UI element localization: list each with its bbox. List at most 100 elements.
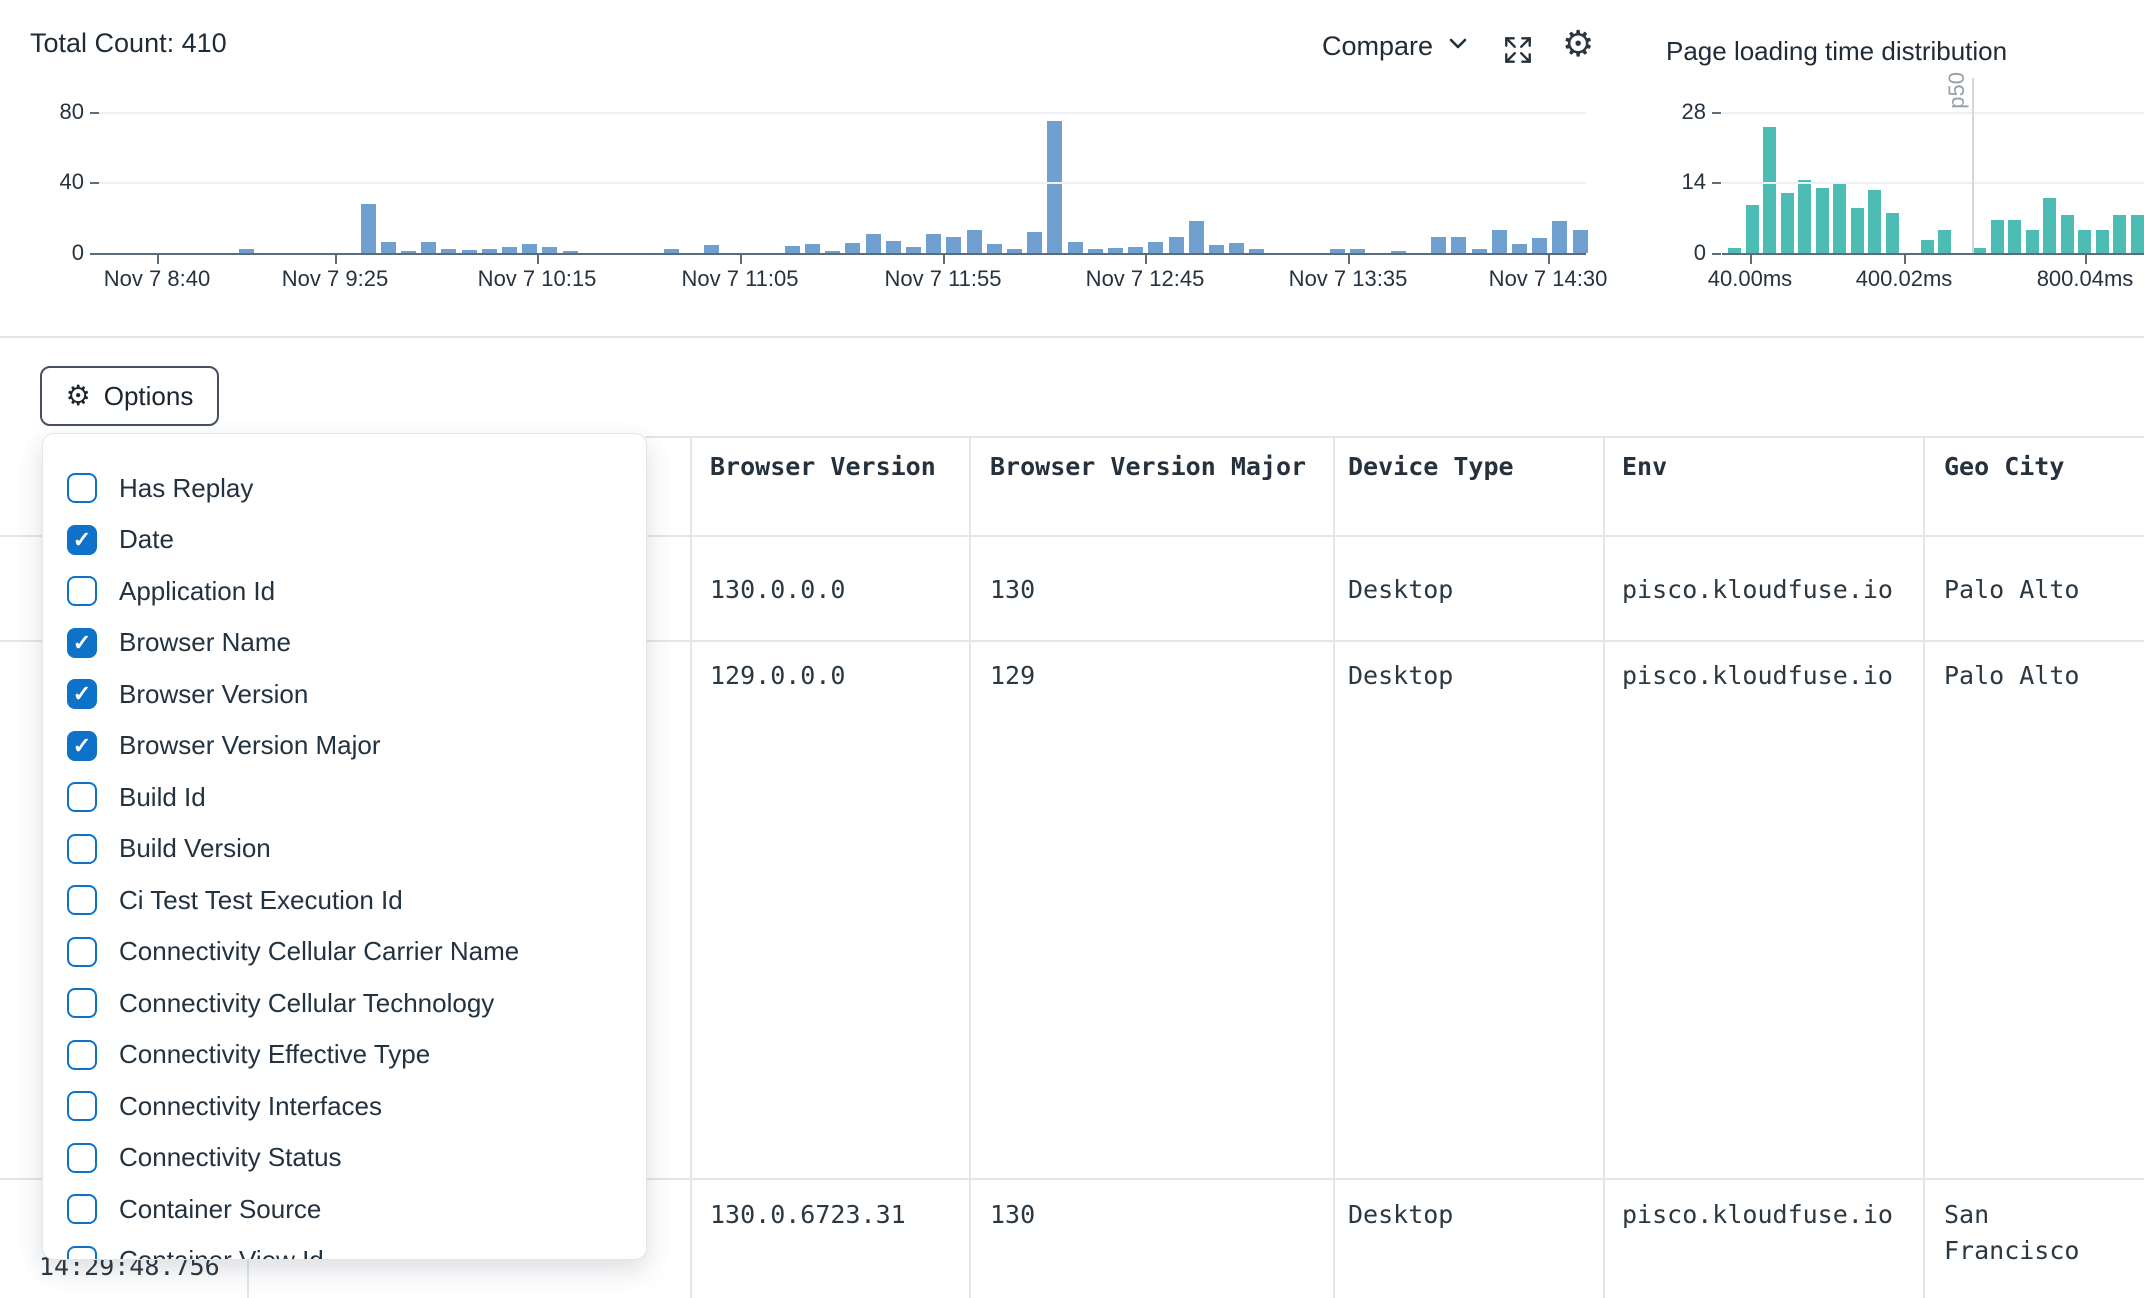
- options-menu-item[interactable]: Connectivity Status: [43, 1133, 646, 1183]
- chart-bar: [1886, 213, 1899, 253]
- checkbox-unchecked-icon[interactable]: [67, 473, 97, 503]
- options-dropdown-panel: Has ReplayDateApplication Id Browser Name…: [42, 433, 647, 1260]
- table-border: [1603, 436, 1605, 1298]
- checkbox-checked-icon[interactable]: [67, 525, 97, 555]
- y-axis-tick: [90, 112, 99, 114]
- table-header-cell: Browser Version: [710, 452, 936, 481]
- options-menu-item[interactable]: Browser Name: [43, 618, 646, 668]
- options-menu-item-label: Build Version: [119, 833, 271, 864]
- y-axis-tick: [90, 182, 99, 184]
- table-cell: Palo Alto: [1944, 572, 2134, 608]
- x-axis-tick: [1145, 255, 1147, 264]
- chart-bar: [2078, 230, 2091, 253]
- y-axis-label: 0: [24, 240, 84, 266]
- gridline: [1722, 112, 2144, 114]
- chart-bar: [866, 234, 881, 253]
- chart-bar: [2113, 215, 2126, 253]
- options-menu-item[interactable]: Application Id: [43, 566, 646, 616]
- checkbox-unchecked-icon[interactable]: [67, 1143, 97, 1173]
- y-axis-label: 40: [24, 169, 84, 195]
- chart-bar: [1512, 244, 1527, 253]
- y-axis-label: 28: [1646, 99, 1706, 125]
- table-border: [645, 436, 2144, 438]
- x-axis-tick: [2085, 255, 2087, 264]
- chart-bar: [987, 244, 1002, 253]
- checkbox-unchecked-icon[interactable]: [67, 782, 97, 812]
- options-menu-item[interactable]: Has Replay: [43, 463, 646, 513]
- chart-bar: [421, 242, 436, 253]
- options-menu-item[interactable]: Date: [43, 515, 646, 565]
- table-border: [690, 436, 692, 1298]
- total-count-label: Total Count: 410: [30, 28, 227, 59]
- options-menu-item[interactable]: Container View Id: [43, 1236, 646, 1261]
- options-menu-item[interactable]: Browser Version Major: [43, 721, 646, 771]
- options-menu-item[interactable]: Container Source: [43, 1184, 646, 1234]
- table-border: [969, 436, 971, 1298]
- checkbox-checked-icon[interactable]: [67, 679, 97, 709]
- checkbox-checked-icon[interactable]: [67, 628, 97, 658]
- checkbox-unchecked-icon[interactable]: [67, 1194, 97, 1224]
- options-menu-item-label: Container Source: [119, 1194, 321, 1225]
- chart-bar: [2008, 220, 2021, 253]
- chart-bar: [1938, 230, 1951, 253]
- chart-bar: [1229, 243, 1244, 253]
- chart-bar: [1532, 238, 1547, 253]
- table-cell: pisco.kloudfuse.io: [1622, 1197, 1893, 1233]
- x-axis-tick: [1750, 255, 1752, 264]
- y-axis-tick: [1712, 182, 1721, 184]
- options-menu-item-label: Browser Name: [119, 627, 291, 658]
- chart-bar: [1209, 245, 1224, 253]
- table-cell: 130: [990, 572, 1035, 608]
- options-menu-item[interactable]: Build Version: [43, 824, 646, 874]
- options-button-label: Options: [104, 381, 194, 412]
- table-cell: Desktop: [1348, 658, 1453, 694]
- compare-dropdown[interactable]: Compare: [1322, 30, 1471, 63]
- chart-bar: [1781, 193, 1794, 253]
- x-axis-line: [1722, 253, 2144, 255]
- chart-bar: [361, 204, 376, 253]
- options-menu-item-label: Connectivity Status: [119, 1142, 342, 1173]
- options-menu-item-label: Connectivity Cellular Technology: [119, 988, 494, 1019]
- x-axis-label: 400.02ms: [1856, 266, 1953, 292]
- options-menu-item[interactable]: Build Id: [43, 772, 646, 822]
- chart-bar: [2043, 198, 2056, 253]
- checkbox-unchecked-icon[interactable]: [67, 576, 97, 606]
- options-menu-item[interactable]: Browser Version: [43, 669, 646, 719]
- x-axis-tick: [157, 255, 159, 264]
- options-menu-item[interactable]: Connectivity Interfaces: [43, 1081, 646, 1131]
- checkbox-checked-icon[interactable]: [67, 731, 97, 761]
- checkbox-unchecked-icon[interactable]: [67, 937, 97, 967]
- options-menu-item[interactable]: Connectivity Effective Type: [43, 1030, 646, 1080]
- checkbox-unchecked-icon[interactable]: [67, 1246, 97, 1261]
- checkbox-unchecked-icon[interactable]: [67, 834, 97, 864]
- options-button[interactable]: ⚙ Options: [40, 366, 219, 426]
- checkbox-unchecked-icon[interactable]: [67, 988, 97, 1018]
- options-menu-item[interactable]: Connectivity Cellular Technology: [43, 978, 646, 1028]
- x-axis-label: Nov 7 13:35: [1289, 266, 1408, 292]
- options-menu-item[interactable]: Connectivity Cellular Carrier Name: [43, 927, 646, 977]
- x-axis-label: Nov 7 12:45: [1086, 266, 1205, 292]
- chart-bar: [967, 230, 982, 253]
- checkbox-unchecked-icon[interactable]: [67, 885, 97, 915]
- x-axis-label: Nov 7 11:55: [884, 266, 1001, 292]
- table-header-cell: Browser Version Major: [990, 452, 1306, 481]
- checkbox-unchecked-icon[interactable]: [67, 1091, 97, 1121]
- gear-icon[interactable]: ⚙: [1562, 24, 1594, 64]
- y-axis-label: 80: [24, 99, 84, 125]
- chart-bar: [1047, 121, 1062, 253]
- table-cell: pisco.kloudfuse.io: [1622, 572, 1893, 608]
- chart-bar: [1068, 242, 1083, 253]
- expand-icon[interactable]: [1502, 34, 1534, 71]
- checkbox-unchecked-icon[interactable]: [67, 1040, 97, 1070]
- x-axis-label: Nov 7 14:30: [1489, 266, 1608, 292]
- x-axis-tick: [1904, 255, 1906, 264]
- chart-bar: [1148, 242, 1163, 253]
- options-menu-item[interactable]: Ci Test Test Execution Id: [43, 875, 646, 925]
- gridline: [1722, 182, 2144, 184]
- chart-bar: [926, 234, 941, 253]
- y-axis-label: 0: [1646, 240, 1706, 266]
- x-axis-tick: [537, 255, 539, 264]
- x-axis-label: 40.00ms: [1708, 266, 1792, 292]
- x-axis-label: Nov 7 10:15: [478, 266, 597, 292]
- chart-bar: [1027, 232, 1042, 253]
